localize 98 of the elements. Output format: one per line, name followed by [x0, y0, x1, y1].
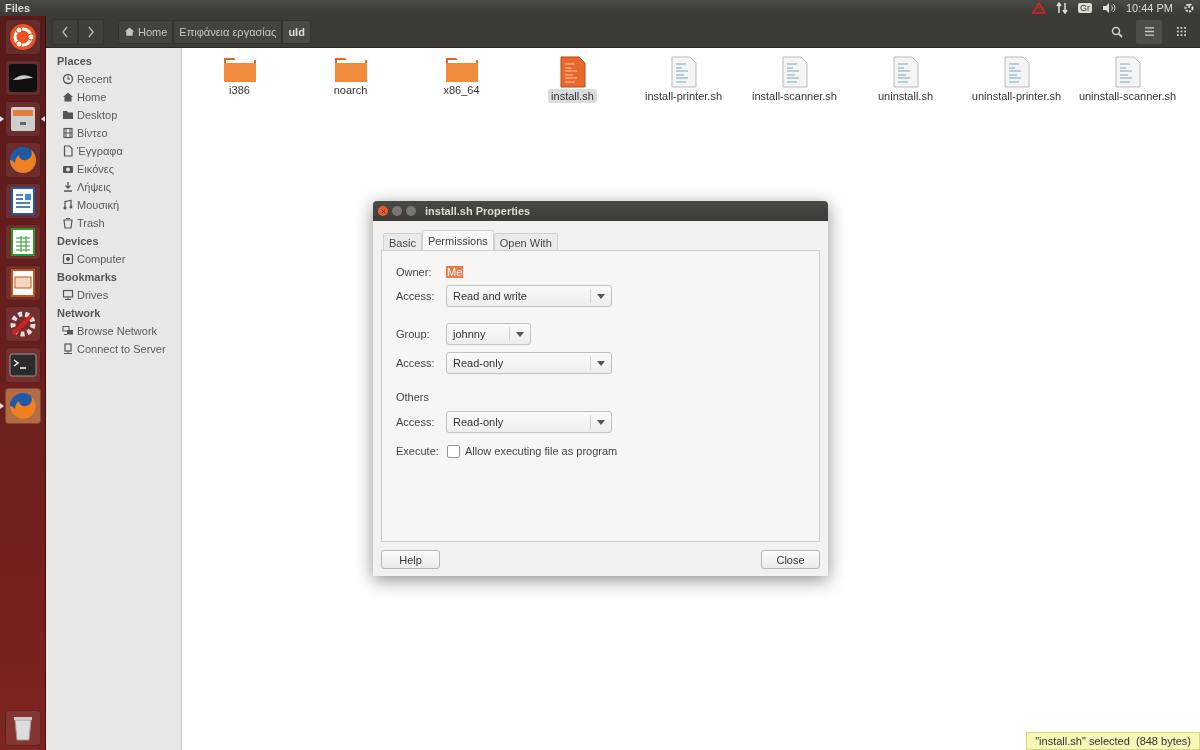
home-icon	[62, 91, 74, 103]
text-file-icon	[1114, 56, 1141, 88]
folder-icon	[62, 109, 74, 121]
chevron-right-icon	[87, 25, 95, 38]
sidebar-item[interactable]: Εικόνες	[46, 160, 181, 178]
file-name[interactable]: uninstall.sh	[874, 89, 936, 103]
monitor-icon	[62, 289, 74, 301]
settings-icon[interactable]	[1183, 2, 1195, 14]
dropdown[interactable]: johnny	[446, 323, 531, 345]
film-icon	[62, 127, 74, 139]
file-name[interactable]: install-scanner.sh	[749, 89, 840, 103]
field-label: Group:	[396, 328, 431, 340]
field-label: Execute:	[396, 445, 440, 457]
tab[interactable]: Open With	[493, 233, 558, 250]
sidebar-heading: Places	[56, 54, 93, 69]
menu-icon	[1143, 27, 1155, 36]
back-button[interactable]	[52, 18, 78, 45]
folder-icon	[333, 56, 368, 82]
sidebar-item[interactable]: Desktop	[46, 106, 181, 124]
dropdown[interactable]: Read-only	[446, 411, 612, 433]
music-icon	[62, 199, 74, 211]
tab[interactable]: Permissions	[421, 230, 494, 250]
dropdown[interactable]: Read and write	[446, 285, 612, 307]
folder-icon	[222, 56, 257, 82]
caret-icon	[597, 293, 605, 299]
breadcrumb[interactable]: Home	[118, 19, 174, 44]
drive-icon	[62, 253, 74, 265]
owner-value: Me	[446, 266, 464, 278]
dialog-title: install.sh Properties	[425, 205, 531, 217]
sidebar-item[interactable]: Recent	[46, 70, 181, 88]
sidebar-item[interactable]: Έγγραφα	[46, 142, 181, 160]
chevron-left-icon	[61, 25, 69, 38]
breadcrumb[interactable]: Επιφάνεια εργασίας	[173, 19, 283, 44]
home-icon	[124, 26, 135, 37]
app-title: Files	[5, 2, 31, 14]
tab[interactable]: Basic	[383, 233, 422, 250]
dropdown[interactable]: Read-only	[446, 352, 612, 374]
text-file-icon	[670, 56, 697, 88]
caret-icon	[516, 331, 524, 337]
maximize-button[interactable]	[406, 206, 416, 216]
volume-icon[interactable]	[1101, 2, 1116, 14]
clock-icon	[62, 73, 74, 85]
grid-icon	[1176, 27, 1186, 36]
caret-icon	[597, 360, 605, 366]
checkbox[interactable]	[447, 444, 460, 458]
trash-icon	[62, 217, 74, 229]
list-button[interactable]	[1136, 19, 1162, 44]
text-file-icon	[559, 56, 586, 88]
sidebar-heading: Network	[56, 306, 102, 321]
sidebar-item[interactable]: Drives	[46, 286, 181, 304]
file-name[interactable]: uninstall-printer.sh	[968, 89, 1065, 103]
dialog-button[interactable]: Close	[761, 550, 820, 569]
section-label: Others	[396, 391, 429, 403]
folder-icon	[444, 56, 479, 82]
file-name[interactable]: noarch	[330, 83, 371, 97]
clock[interactable]: 10:44 PM	[1125, 2, 1173, 14]
text-file-icon	[1003, 56, 1030, 88]
doc-icon	[62, 145, 74, 157]
sidebar-item[interactable]: Βίντεο	[46, 124, 181, 142]
dialog-button[interactable]: Help	[381, 550, 440, 569]
field-label: Owner:	[396, 266, 433, 278]
sidebar-item[interactable]: Browse Network	[46, 322, 181, 340]
sidebar-item[interactable]: Λήψεις	[46, 178, 181, 196]
minimize-button[interactable]	[392, 206, 402, 216]
forward-button[interactable]	[78, 18, 104, 45]
file-name[interactable]: x86_64	[440, 83, 483, 97]
field-label: Access:	[396, 357, 436, 369]
file-name[interactable]: install-printer.sh	[641, 89, 725, 103]
feather-app-icon	[6, 62, 39, 94]
breadcrumb[interactable]: uld	[282, 19, 311, 44]
download-icon	[62, 181, 74, 193]
search-icon	[1111, 25, 1123, 38]
text-file-icon	[892, 56, 919, 88]
launcher-item[interactable]	[0, 101, 45, 137]
text-file-icon	[781, 56, 808, 88]
sidebar-item[interactable]: Trash	[46, 214, 181, 232]
network-icon	[62, 325, 74, 337]
keyboard-layout-indicator[interactable]: Gr	[1077, 3, 1092, 13]
file-name[interactable]: i386	[226, 83, 253, 97]
file-name[interactable]: uninstall-scanner.sh	[1075, 89, 1180, 103]
camera-icon	[62, 163, 74, 175]
field-label: Access:	[396, 290, 436, 302]
close-icon	[380, 208, 386, 214]
status-tooltip: "install.sh" selected (848 bytes)	[1026, 732, 1200, 750]
sidebar-item[interactable]: Home	[46, 88, 181, 106]
up-down-arrows-icon[interactable]	[1055, 2, 1068, 14]
checkbox-label[interactable]: Allow executing file as program	[465, 445, 618, 457]
sidebar-item[interactable]: Connect to Server	[46, 340, 181, 358]
sidebar-heading: Bookmarks	[56, 270, 118, 285]
sidebar-item[interactable]: Μουσική	[46, 196, 181, 214]
sidebar-item[interactable]: Computer	[46, 250, 181, 268]
close-button[interactable]	[378, 206, 388, 216]
file-name[interactable]: install.sh	[548, 89, 597, 103]
server-icon	[62, 343, 74, 355]
sidebar-heading: Devices	[56, 234, 100, 249]
field-label: Access:	[396, 416, 436, 428]
caret-icon	[597, 419, 605, 425]
launcher-trash[interactable]	[4, 710, 41, 746]
